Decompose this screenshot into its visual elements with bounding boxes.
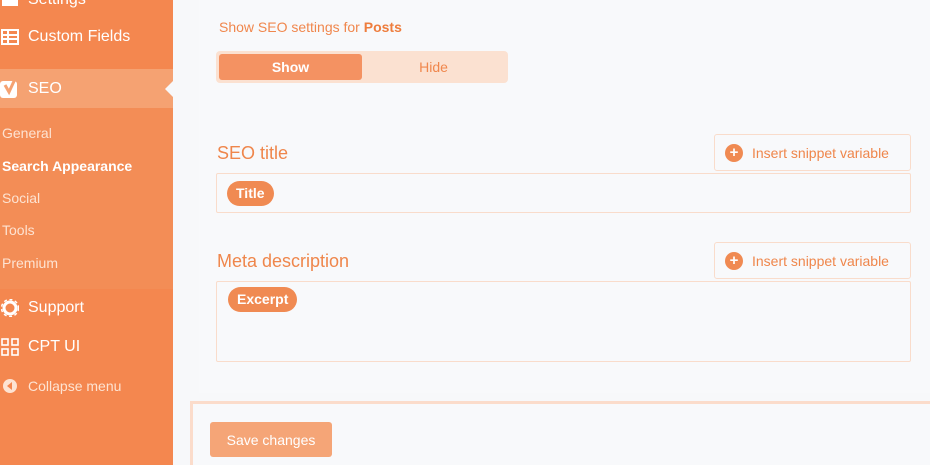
seo-title-label: SEO title [217, 143, 289, 163]
seo-title-insert-snippet-button[interactable]: + Insert snippet variable [714, 134, 911, 171]
meta-description-insert-snippet-button[interactable]: + Insert snippet variable [714, 242, 911, 279]
show-hide-toggle: Show Hide [216, 51, 508, 83]
menu-item-label: Collapse menu [28, 378, 122, 394]
seo-title-input[interactable] [216, 173, 911, 213]
menu-item-custom-fields[interactable]: Custom Fields [0, 25, 173, 49]
seo-submenu: General Search Appearance Social Tools P… [0, 108, 173, 289]
submenu-item-social[interactable]: Social [2, 190, 40, 206]
submenu-item-premium[interactable]: Premium [2, 255, 58, 271]
submenu-item-general[interactable]: General [2, 125, 52, 141]
title-variable-tag[interactable]: Title [227, 181, 274, 206]
snippet-button-label: Insert snippet variable [752, 252, 889, 269]
yoast-logo-icon [0, 77, 20, 99]
current-menu-arrow [165, 81, 173, 97]
admin-sidebar: Settings Custom Fields SEO General Searc… [0, 0, 173, 465]
collapse-arrow-icon [0, 376, 20, 396]
excerpt-variable-tag[interactable]: Excerpt [228, 287, 298, 312]
snippet-button-label: Insert snippet variable [752, 144, 889, 161]
submenu-item-tools[interactable]: Tools [2, 222, 35, 238]
post-type-name: Posts [363, 19, 402, 35]
show-settings-label: Show SEO settings for Posts [219, 19, 402, 35]
menu-item-support[interactable]: Support [0, 296, 173, 320]
menu-item-label: Support [28, 299, 85, 316]
settings-icon [0, 0, 20, 10]
menu-item-label: Custom Fields [28, 28, 131, 45]
meta-description-label: Meta description [217, 251, 350, 271]
grid-icon [0, 337, 20, 357]
collapse-menu-button[interactable]: Collapse menu [0, 374, 173, 398]
plus-icon: + [725, 143, 743, 162]
menu-item-settings[interactable]: Settings [0, 0, 173, 12]
submenu-item-search-appearance[interactable]: Search Appearance [2, 158, 132, 174]
menu-item-label: CPT UI [28, 338, 81, 355]
save-changes-button[interactable]: Save changes [210, 422, 332, 457]
gear-icon [0, 298, 20, 318]
menu-item-label: SEO [28, 79, 62, 97]
custom-fields-icon [0, 27, 20, 47]
show-settings-prefix: Show SEO settings for [219, 19, 360, 35]
menu-item-label: Settings [28, 0, 86, 9]
menu-item-seo[interactable]: SEO [0, 69, 173, 108]
plus-icon: + [725, 251, 743, 270]
meta-description-input[interactable] [216, 281, 911, 362]
show-toggle-button[interactable]: Show [219, 54, 362, 80]
hide-toggle-button[interactable]: Hide [362, 54, 505, 80]
menu-item-cpt-ui[interactable]: CPT UI [0, 335, 173, 359]
